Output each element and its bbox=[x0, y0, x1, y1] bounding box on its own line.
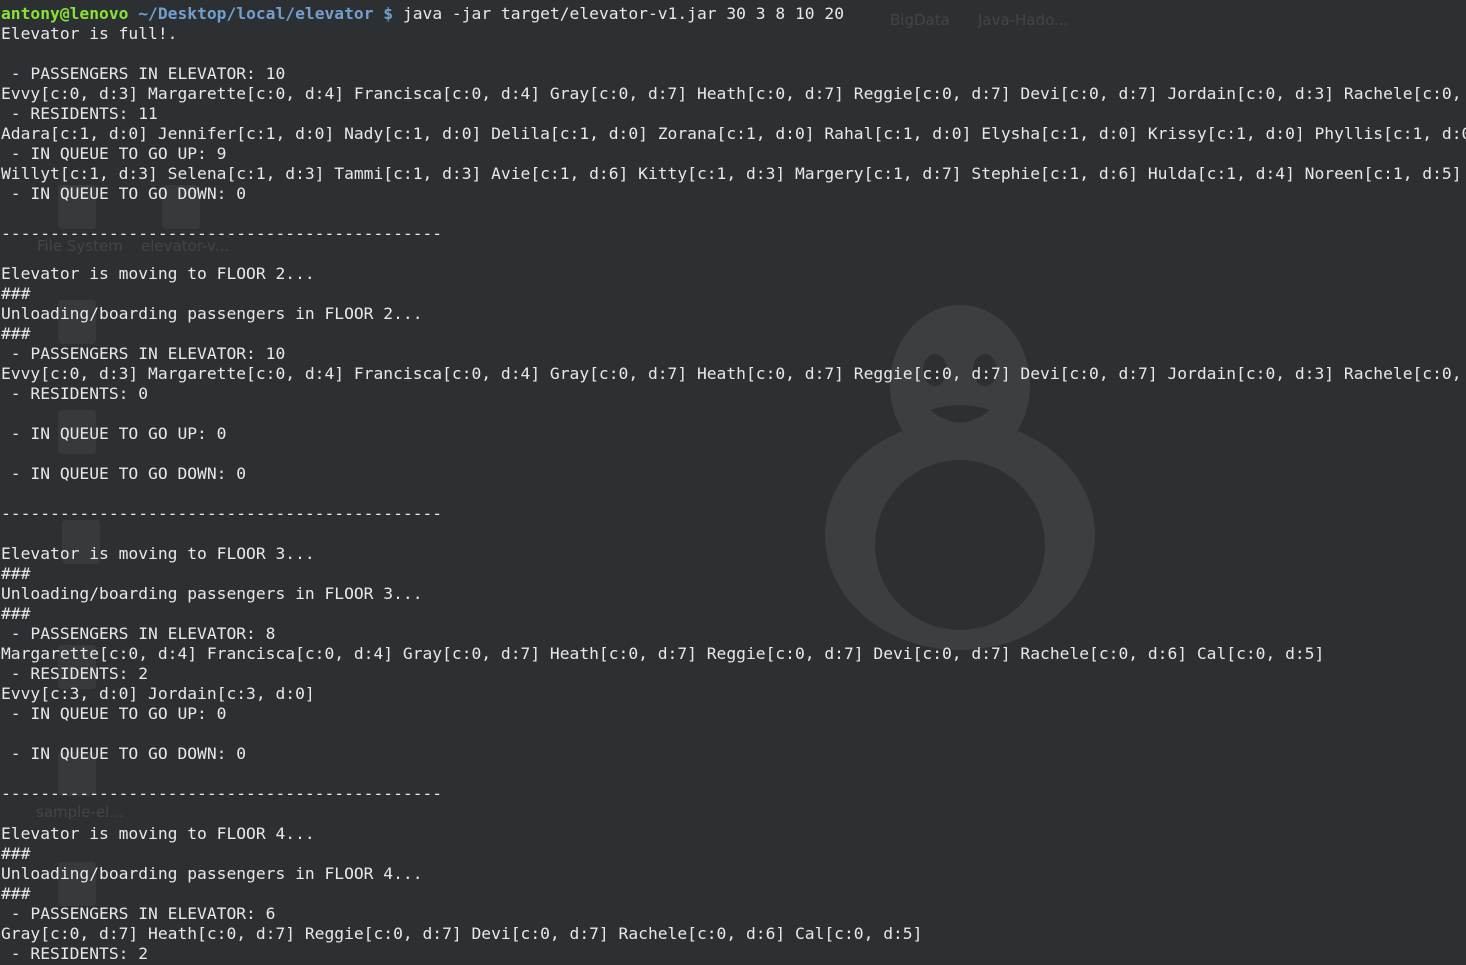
prompt-path: ~/Desktop/local/elevator $ bbox=[138, 4, 394, 23]
output-line: Evvy[c:3, d:0] Jordain[c:3, d:0] bbox=[1, 684, 315, 703]
output-line: ----------------------------------------… bbox=[1, 784, 443, 803]
output-line: Unloading/boarding passengers in FLOOR 3… bbox=[1, 584, 423, 603]
output-line: Elevator is moving to FLOOR 3... bbox=[1, 544, 315, 563]
prompt-command: java -jar target/elevator-v1.jar 30 3 8 … bbox=[393, 4, 845, 23]
output-line: - RESIDENTS: 2 bbox=[1, 944, 149, 963]
output-line: ### bbox=[1, 884, 31, 903]
output-line: ----------------------------------------… bbox=[1, 224, 443, 243]
output-line: ### bbox=[1, 324, 31, 343]
output-line: - PASSENGERS IN ELEVATOR: 8 bbox=[1, 624, 276, 643]
output-line: Elevator is moving to FLOOR 4... bbox=[1, 824, 315, 843]
output-line: - IN QUEUE TO GO DOWN: 0 bbox=[1, 744, 247, 763]
output-line: Evvy[c:0, d:3] Margarette[c:0, d:4] Fran… bbox=[1, 84, 1462, 103]
output-line: - IN QUEUE TO GO UP: 0 bbox=[1, 424, 227, 443]
output-line: Unloading/boarding passengers in FLOOR 2… bbox=[1, 304, 423, 323]
output-line: ### bbox=[1, 604, 31, 623]
output-line: - PASSENGERS IN ELEVATOR: 10 bbox=[1, 344, 286, 363]
output-lines: Elevator is full!. - PASSENGERS IN ELEVA… bbox=[1, 24, 1466, 964]
output-line: - RESIDENTS: 2 bbox=[1, 664, 149, 683]
output-line: - IN QUEUE TO GO UP: 0 bbox=[1, 704, 227, 723]
output-line: - IN QUEUE TO GO DOWN: 0 bbox=[1, 184, 247, 203]
output-line: - RESIDENTS: 11 bbox=[1, 104, 158, 123]
output-line: Evvy[c:0, d:3] Margarette[c:0, d:4] Fran… bbox=[1, 364, 1462, 383]
output-line: ### bbox=[1, 564, 31, 583]
output-line: Adara[c:1, d:0] Jennifer[c:1, d:0] Nady[… bbox=[1, 124, 1466, 143]
output-line: Unloading/boarding passengers in FLOOR 4… bbox=[1, 864, 423, 883]
output-line: Elevator is moving to FLOOR 2... bbox=[1, 264, 315, 283]
output-line: - PASSENGERS IN ELEVATOR: 10 bbox=[1, 64, 286, 83]
output-line: Gray[c:0, d:7] Heath[c:0, d:7] Reggie[c:… bbox=[1, 924, 923, 943]
terminal-output: antony@lenovo ~/Desktop/local/elevator $… bbox=[1, 4, 1466, 964]
output-line: Willyt[c:1, d:3] Selena[c:1, d:3] Tammi[… bbox=[1, 164, 1462, 183]
output-line: - RESIDENTS: 0 bbox=[1, 384, 149, 403]
output-line: Margarette[c:0, d:4] Francisca[c:0, d:4]… bbox=[1, 644, 1325, 663]
output-line: ### bbox=[1, 284, 31, 303]
output-line: - IN QUEUE TO GO DOWN: 0 bbox=[1, 464, 247, 483]
output-line: Elevator is full!. bbox=[1, 24, 178, 43]
prompt-line: antony@lenovo ~/Desktop/local/elevator $… bbox=[1, 4, 1466, 24]
output-line: - PASSENGERS IN ELEVATOR: 6 bbox=[1, 904, 276, 923]
output-line: ### bbox=[1, 844, 31, 863]
output-line: ----------------------------------------… bbox=[1, 504, 443, 523]
prompt-user-host: antony@lenovo bbox=[1, 4, 129, 23]
terminal-window[interactable]: BigData Java-Hado... File System elevato… bbox=[0, 0, 1466, 965]
output-line: - IN QUEUE TO GO UP: 9 bbox=[1, 144, 227, 163]
